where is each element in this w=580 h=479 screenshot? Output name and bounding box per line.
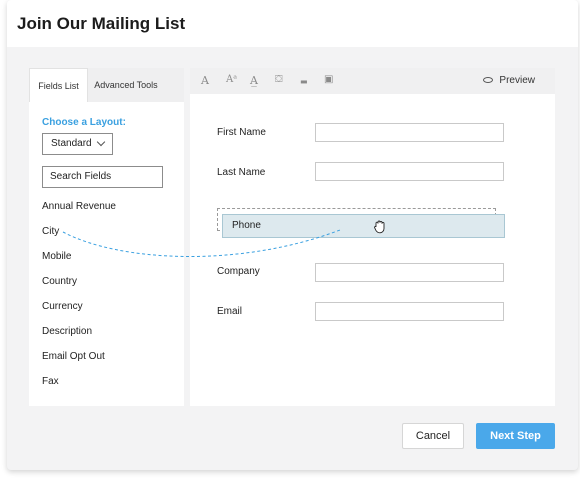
field-item-annual-revenue[interactable]: Annual Revenue (42, 201, 116, 212)
company-label: Company (217, 266, 260, 277)
fill-icon[interactable]: ⛋ (275, 74, 283, 85)
tab-fields-list[interactable]: Fields List (29, 68, 88, 102)
font-icon[interactable]: A (201, 74, 209, 87)
chevron-down-icon (96, 137, 106, 147)
layout-label: Choose a Layout: (42, 117, 126, 128)
mailing-list-dialog: Join Our Mailing List Fields List Advanc… (7, 0, 578, 470)
email-field[interactable] (315, 302, 504, 321)
preview-label: Preview (499, 75, 535, 86)
field-item-currency[interactable]: Currency (42, 301, 83, 312)
first-name-field[interactable] (315, 123, 504, 142)
tab-advanced-tools[interactable]: Advanced Tools (88, 68, 164, 102)
image-icon[interactable]: ▣ (324, 74, 333, 85)
company-field[interactable] (315, 263, 504, 282)
form-canvas: A Aᵃ A̲ ⛋ ▬ ▣ Preview First Name Last Na… (190, 68, 555, 406)
field-item-description[interactable]: Description (42, 326, 92, 337)
font-size-icon[interactable]: Aᵃ (226, 74, 237, 85)
cancel-button[interactable]: Cancel (402, 423, 464, 449)
field-item-mobile[interactable]: Mobile (42, 251, 71, 262)
last-name-field[interactable] (315, 162, 504, 181)
fields-panel: Fields List Advanced Tools Choose a Layo… (29, 68, 184, 406)
field-item-fax[interactable]: Fax (42, 376, 59, 387)
grab-hand-icon (374, 220, 385, 234)
format-toolbar: A Aᵃ A̲ ⛋ ▬ ▣ Preview (190, 68, 555, 94)
first-name-label: First Name (217, 127, 266, 138)
field-item-email-opt-out[interactable]: Email Opt Out (42, 351, 105, 362)
last-name-label: Last Name (217, 167, 266, 178)
preview-button[interactable]: Preview (483, 75, 535, 86)
eye-icon (483, 77, 494, 84)
next-step-button[interactable]: Next Step (476, 423, 555, 449)
layout-select-value: Standard (51, 138, 92, 149)
panel-tabs: Fields List Advanced Tools (29, 68, 184, 102)
dragging-field-phone[interactable]: Phone (222, 214, 505, 238)
field-item-country[interactable]: Country (42, 276, 77, 287)
email-label: Email (217, 306, 243, 317)
text-color-icon[interactable]: A̲ (250, 74, 258, 87)
field-item-city[interactable]: City (42, 226, 59, 237)
search-fields-input[interactable]: Search Fields (42, 166, 163, 188)
dialog-header: Join Our Mailing List (7, 0, 578, 47)
border-icon[interactable]: ▬ (300, 77, 308, 86)
dialog-title: Join Our Mailing List (17, 14, 186, 33)
dragging-field-label: Phone (232, 220, 261, 231)
layout-select[interactable]: Standard (42, 133, 113, 155)
